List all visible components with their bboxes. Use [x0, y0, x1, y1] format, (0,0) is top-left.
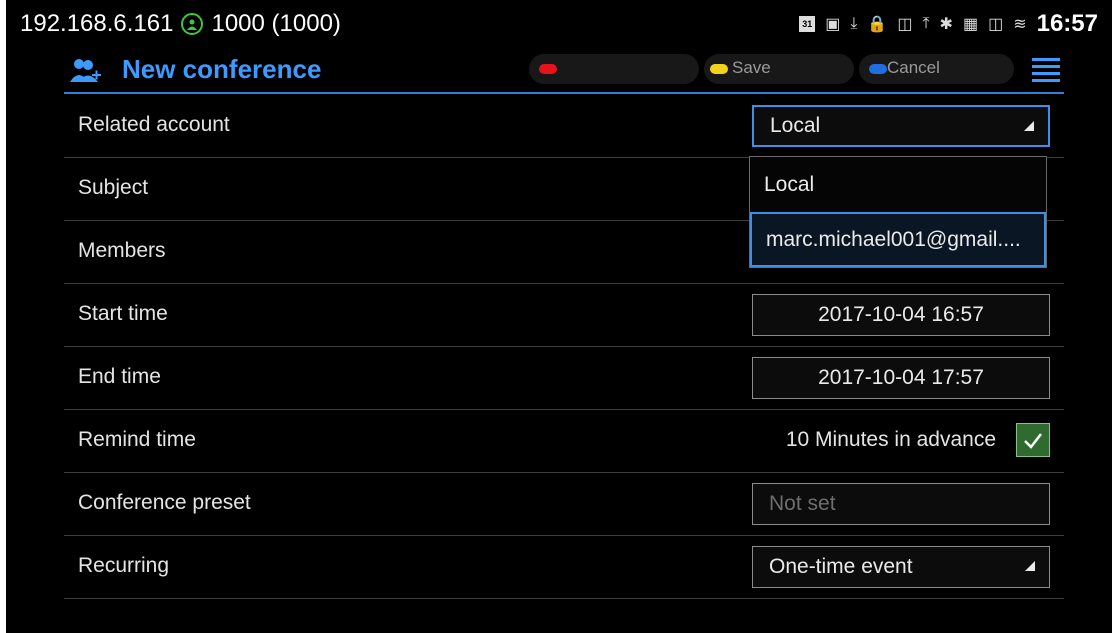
- start-time-value: 2017-10-04 16:57: [818, 303, 984, 326]
- status-right: 31 ▣ ⤓ 🔒 ◫ ⤒ ✱ ▦ ◫ ≋ 16:57: [799, 10, 1098, 38]
- conference-preset-placeholder: Not set: [769, 492, 836, 515]
- blue-key-icon: [869, 64, 887, 74]
- row-end-time: End time 2017-10-04 17:57: [64, 347, 1064, 410]
- members-label: Members: [78, 239, 166, 262]
- remind-time-value: 10 Minutes in advance: [785, 428, 996, 451]
- cancel-button[interactable]: Cancel: [859, 54, 1014, 84]
- end-time-value: 2017-10-04 17:57: [818, 366, 984, 389]
- yellow-key-icon: [710, 64, 728, 74]
- dropdown-arrow-icon: [1024, 121, 1034, 131]
- row-conference-preset: Conference preset Not set: [64, 473, 1064, 536]
- lock-icon: 🔒: [867, 16, 888, 33]
- conference-icon: [70, 59, 101, 82]
- related-account-label: Related account: [78, 113, 230, 136]
- upload-icon: ⤒: [922, 15, 930, 32]
- menu-icon[interactable]: [1032, 58, 1060, 82]
- monitor-icon: ◫: [988, 16, 1004, 33]
- row-remind-time: Remind time 10 Minutes in advance: [64, 410, 1064, 473]
- network-icon: ◫: [897, 16, 913, 33]
- dropdown-option-gmail[interactable]: marc.michael001@gmail....: [750, 212, 1046, 267]
- status-bar: 192.168.6.161 1000 (1000) 31 ▣ ⤓ 🔒 ◫ ⤒ ✱…: [6, 0, 1112, 48]
- bluetooth-icon: ✱: [939, 16, 953, 33]
- account-status-icon: [181, 13, 204, 35]
- row-start-time: Start time 2017-10-04 16:57: [64, 284, 1064, 347]
- related-account-select[interactable]: Local: [752, 105, 1050, 147]
- title-bar: New conference Save Cancel: [64, 50, 1064, 94]
- start-time-field[interactable]: 2017-10-04 16:57: [752, 294, 1050, 336]
- account-number: 1000 (1000): [211, 10, 341, 37]
- device-screen: 192.168.6.161 1000 (1000) 31 ▣ ⤓ 🔒 ◫ ⤒ ✱…: [6, 0, 1112, 633]
- red-key-icon: [539, 64, 557, 74]
- account-dropdown-list: Local marc.michael001@gmail....: [749, 156, 1047, 268]
- wifi-off-icon: ≋: [1013, 16, 1027, 33]
- end-time-field[interactable]: 2017-10-04 17:57: [752, 357, 1050, 399]
- ip-address: 192.168.6.161: [20, 10, 174, 37]
- recurring-value: One-time event: [769, 555, 913, 578]
- status-left: 192.168.6.161 1000 (1000): [20, 10, 341, 38]
- dropdown-arrow-icon: [1025, 561, 1035, 571]
- clock: 16:57: [1036, 10, 1098, 37]
- calendar-icon: 31: [799, 16, 816, 32]
- related-account-value: Local: [770, 114, 821, 137]
- conference-preset-label: Conference preset: [78, 491, 251, 514]
- download-icon: ⤓: [850, 15, 858, 32]
- remind-time-label: Remind time: [78, 428, 196, 451]
- page-title: New conference: [122, 54, 322, 84]
- save-label: Save: [732, 58, 771, 77]
- recurring-label: Recurring: [78, 554, 170, 577]
- start-time-label: Start time: [78, 302, 168, 325]
- end-time-label: End time: [78, 365, 161, 388]
- row-related-account: Related account Local: [64, 95, 1064, 158]
- conference-preset-field[interactable]: Not set: [752, 483, 1050, 525]
- row-recurring: Recurring One-time event: [64, 536, 1064, 599]
- red-softkey-button[interactable]: [529, 54, 699, 84]
- check-icon: [1024, 433, 1042, 449]
- sim-icon: ▦: [962, 16, 979, 33]
- recurring-select[interactable]: One-time event: [752, 546, 1050, 588]
- image-icon: ▣: [825, 16, 841, 33]
- save-button[interactable]: Save: [704, 54, 854, 84]
- dropdown-option-local[interactable]: Local: [750, 157, 1046, 212]
- cancel-label: Cancel: [887, 58, 940, 77]
- remind-checkbox[interactable]: [1016, 423, 1050, 457]
- subject-label: Subject: [78, 176, 149, 199]
